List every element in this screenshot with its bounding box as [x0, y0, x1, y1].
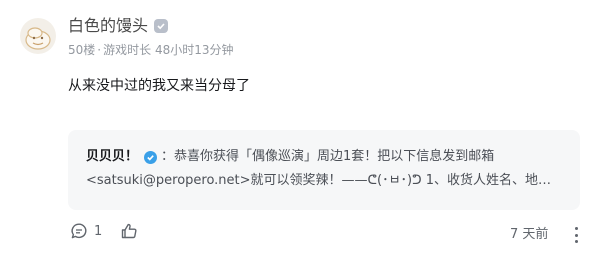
playtime-label: 游戏时长 — [103, 43, 152, 57]
post-meta: 50楼 · 游戏时长 48小时13分钟 — [68, 43, 234, 57]
quote-first-line: 贝贝贝！ ：恭喜你获得「偶像巡演」周边1套！把以下信息发到邮箱 — [86, 145, 562, 169]
more-vertical-icon[interactable] — [570, 227, 582, 243]
quote-author[interactable]: 贝贝贝！ — [86, 145, 138, 169]
action-bar: 1 — [70, 222, 138, 240]
comment-button[interactable]: 1 — [70, 222, 102, 240]
post-time: 7 天前 — [510, 227, 549, 242]
playtime-value: 48小时13分钟 — [154, 43, 234, 57]
quote-text-line2: <satsuki@peropero.net>就可以领奖辣！——ᕦ(･ㅂ･)ᕤ 1… — [86, 173, 552, 188]
quote-text-line1: ：恭喜你获得「偶像巡演」周边1套！把以下信息发到邮箱 — [161, 149, 495, 164]
quoted-reply[interactable]: 贝贝贝！ ：恭喜你获得「偶像巡演」周边1套！把以下信息发到邮箱 <satsuki… — [68, 130, 580, 210]
like-button[interactable] — [120, 222, 138, 240]
post-content: 从来没中过的我又来当分母了 — [68, 78, 250, 94]
comment-count: 1 — [94, 223, 103, 239]
avatar[interactable] — [20, 18, 56, 54]
comment-icon — [71, 223, 87, 239]
username[interactable]: 白色的馒头 — [68, 16, 148, 36]
level-badge-icon — [154, 19, 169, 33]
avatar-image — [25, 27, 51, 50]
thumbs-up-icon — [122, 223, 137, 239]
floor-number: 50楼 — [68, 43, 96, 57]
verified-check-icon — [144, 150, 158, 164]
username-row: 白色的馒头 — [68, 16, 169, 36]
